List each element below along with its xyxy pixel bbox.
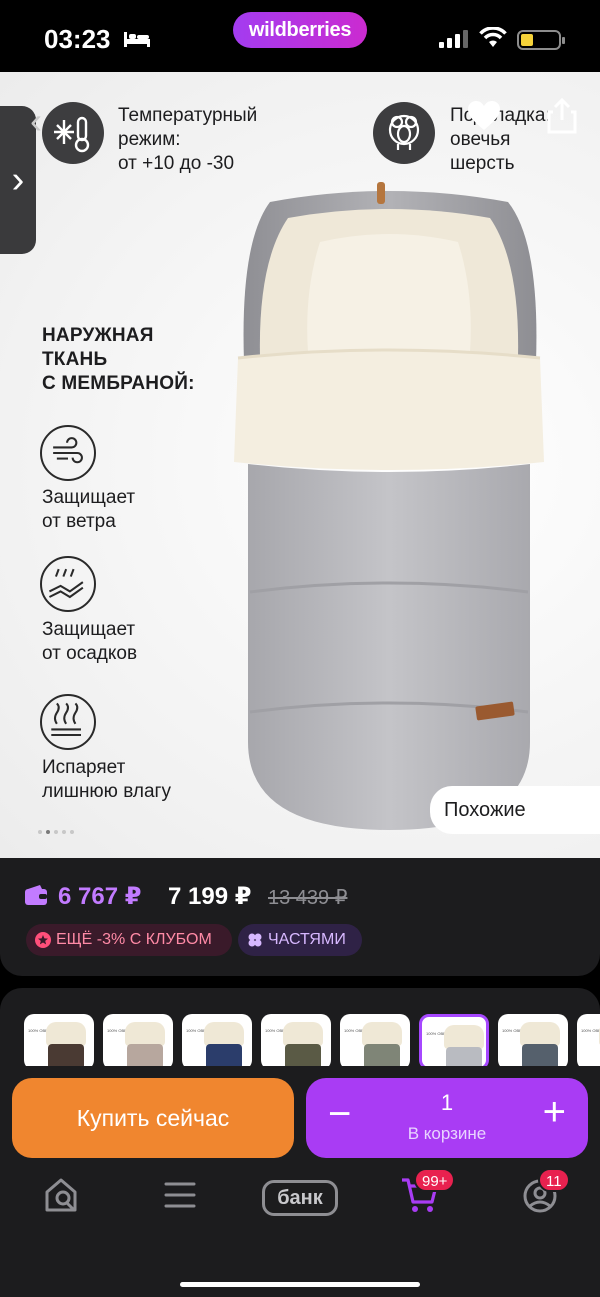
signal-icon — [439, 30, 468, 48]
snowflake-thermometer-icon — [42, 102, 104, 164]
color-variant-thumb[interactable]: 100% ОВЕЧЬЯ ШЕРСТЬ — [24, 1014, 94, 1066]
price-card: 6 767 ₽ 7 199 ₽ 13 439 ₽ ЕЩЁ -3% С КЛУБО… — [0, 858, 600, 976]
thumb-shell — [127, 1044, 163, 1066]
color-variant-thumb[interactable]: 100% ОВЕЧЬЯ ШЕРСТЬ — [261, 1014, 331, 1066]
wallet-icon — [25, 885, 47, 905]
share-icon[interactable] — [544, 96, 580, 136]
increase-quantity-button[interactable]: + — [543, 1090, 566, 1135]
thumb-shell — [364, 1044, 400, 1066]
fabric-title: НАРУЖНАЯ ТКАНЬ С МЕМБРАНОЙ: — [42, 325, 195, 394]
thumb-fur — [46, 1022, 86, 1046]
steam-feature: Испаряет лишнюю влагу — [42, 757, 171, 802]
thumb-shell — [446, 1047, 482, 1066]
color-variant-thumb[interactable]: 100% ОВЕЧЬЯ ШЕРСТЬ — [419, 1014, 489, 1066]
carousel-dots — [38, 821, 78, 834]
thumb-fur — [125, 1022, 165, 1046]
thumb-shell — [206, 1044, 242, 1066]
color-variant-thumb[interactable]: 100% ОВЕЧЬЯ ШЕРСТЬ — [182, 1014, 252, 1066]
bottom-sheet: 100% ОВЕЧЬЯ ШЕРСТЬ100% ОВЕЧЬЯ ШЕРСТЬ100%… — [0, 988, 600, 1297]
wildberries-logo[interactable]: wildberries — [233, 12, 367, 48]
status-bar: 03:23 wildberries — [0, 0, 600, 72]
temperature-feature: Температурный режим: от +10 до -30 — [118, 105, 258, 174]
similar-button[interactable]: Похожие — [430, 786, 600, 834]
thumb-shell — [48, 1044, 84, 1066]
battery-icon — [517, 30, 565, 50]
wallet-price: 6 767 ₽ — [58, 883, 142, 910]
bed-icon — [124, 32, 150, 47]
home-indicator — [180, 1282, 420, 1287]
color-variant-thumb[interactable]: 100% ОВЕЧЬЯ ШЕРСТЬ — [577, 1014, 600, 1066]
thumb-fur — [362, 1022, 402, 1046]
cart-control: − 1 В корзине + — [306, 1078, 588, 1158]
color-variant-thumb[interactable]: 100% ОВЕЧЬЯ ШЕРСТЬ — [103, 1014, 173, 1066]
thumb-fur — [204, 1022, 244, 1046]
catalog-menu-icon[interactable] — [164, 1180, 196, 1210]
product-image[interactable]: › ‹ Температурный режим: от +10 до -30 П… — [0, 72, 600, 858]
cart-badge: 99+ — [414, 1168, 456, 1192]
sheep-icon — [373, 102, 435, 164]
thumb-fur — [283, 1022, 323, 1046]
club-star-icon — [35, 932, 51, 948]
buy-now-button[interactable]: Купить сейчас — [12, 1078, 294, 1158]
back-chevron-icon[interactable]: ‹ — [30, 100, 42, 142]
color-variant-thumb[interactable]: 100% ОВЕЧЬЯ ШЕРСТЬ — [340, 1014, 410, 1066]
parts-icon — [248, 933, 262, 947]
thumb-shell — [522, 1044, 558, 1066]
color-variant-thumb[interactable]: 100% ОВЕЧЬЯ ШЕРСТЬ — [498, 1014, 568, 1066]
favorite-heart-icon[interactable] — [466, 98, 502, 134]
home-search-icon[interactable] — [44, 1176, 78, 1214]
thumb-shell — [285, 1044, 321, 1066]
thumb-fur — [520, 1022, 560, 1046]
rain-icon — [40, 556, 96, 612]
color-variants: 100% ОВЕЧЬЯ ШЕРСТЬ100% ОВЕЧЬЯ ШЕРСТЬ100%… — [24, 1014, 600, 1066]
steam-icon — [40, 694, 96, 750]
current-price: 7 199 ₽ — [168, 883, 252, 910]
sleeping-bag-photo — [234, 182, 544, 830]
installments-chip[interactable]: ЧАСТЯМИ — [238, 924, 362, 956]
wind-feature: Защищает от ветра — [42, 487, 136, 532]
wifi-icon — [479, 27, 507, 47]
tab-bar: банк 99+ 11 — [0, 1168, 600, 1236]
status-time: 03:23 — [44, 24, 111, 54]
thumb-caption: 100% ОВЕЧЬЯ ШЕРСТЬ — [581, 1028, 600, 1033]
thumb-fur — [444, 1025, 484, 1049]
club-discount-chip[interactable]: ЕЩЁ -3% С КЛУБОМ — [26, 924, 232, 956]
profile-badge: 11 — [538, 1168, 570, 1192]
wind-icon — [40, 425, 96, 481]
rain-feature: Защищает от осадков — [42, 619, 138, 664]
bank-tab[interactable]: банк — [262, 1180, 338, 1216]
old-price: 13 439 ₽ — [268, 887, 348, 909]
